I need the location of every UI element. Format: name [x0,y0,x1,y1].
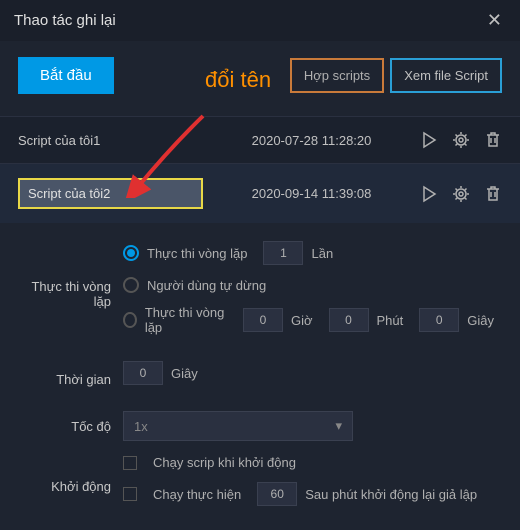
close-icon[interactable]: ✕ [483,10,506,31]
speed-label: Tốc độ [18,419,123,434]
gear-icon[interactable] [452,185,470,203]
loop-count-input[interactable] [263,241,303,265]
script-name: Script của tôi1 [18,133,203,148]
titlebar: Thao tác ghi lại ✕ [0,0,520,41]
time-unit: Giây [171,366,198,381]
time-input[interactable] [123,361,163,385]
hours-label: Giờ [291,313,313,328]
startup-option-2a: Chạy thực hiện [153,487,241,502]
gear-icon[interactable] [452,131,470,149]
script-row[interactable]: Script của tôi1 2020-07-28 11:28:20 [0,116,520,163]
view-script-file-button[interactable]: Xem file Script [390,58,502,93]
rename-annotation: đổi tên [205,67,271,93]
script-date: 2020-09-14 11:39:08 [203,186,420,201]
radio-loop-duration[interactable] [123,312,137,328]
trash-icon[interactable] [484,131,502,149]
secs-input[interactable] [419,308,459,332]
merge-scripts-button[interactable]: Hợp scripts [290,58,384,93]
start-button[interactable]: Bắt đầu [18,57,114,94]
secs-label: Giây [467,313,494,328]
window-title: Thao tác ghi lại [14,12,116,29]
script-date: 2020-07-28 11:28:20 [203,133,420,148]
settings-panel: Thực thi vòng lặp Thực thi vòng lặp Lần … [0,223,520,518]
restart-minutes-input[interactable] [257,482,297,506]
checkbox-run-on-start[interactable] [123,456,137,470]
mins-label: Phút [377,313,404,328]
script-name-input[interactable] [18,178,203,209]
loop-option-3: Thực thi vòng lặp [145,305,227,335]
radio-loop-count[interactable] [123,245,139,261]
speed-select[interactable]: 1x ▾ [123,411,353,441]
toolbar: Bắt đầu Hợp scripts Xem file Script đổi … [0,41,520,116]
loop-label: Thực thi vòng lặp [18,279,123,309]
chevron-down-icon: ▾ [335,418,342,434]
checkbox-restart-after[interactable] [123,487,137,501]
startup-option-1: Chạy scrip khi khởi động [153,455,296,470]
trash-icon[interactable] [484,185,502,203]
startup-label: Khởi động [18,479,123,494]
speed-value: 1x [134,419,148,434]
loop-option-1: Thực thi vòng lặp [147,246,247,261]
hours-input[interactable] [243,308,283,332]
script-row[interactable]: 2020-09-14 11:39:08 [0,163,520,223]
mins-input[interactable] [329,308,369,332]
play-icon[interactable] [420,131,438,149]
play-icon[interactable] [420,185,438,203]
radio-user-stop[interactable] [123,277,139,293]
script-list: Script của tôi1 2020-07-28 11:28:20 2020… [0,116,520,223]
startup-option-2b: Sau phút khởi động lại giả lập [305,487,477,502]
time-label: Thời gian [18,372,123,387]
loop-option-2: Người dùng tự dừng [147,278,266,293]
loop-unit: Lần [311,246,333,261]
